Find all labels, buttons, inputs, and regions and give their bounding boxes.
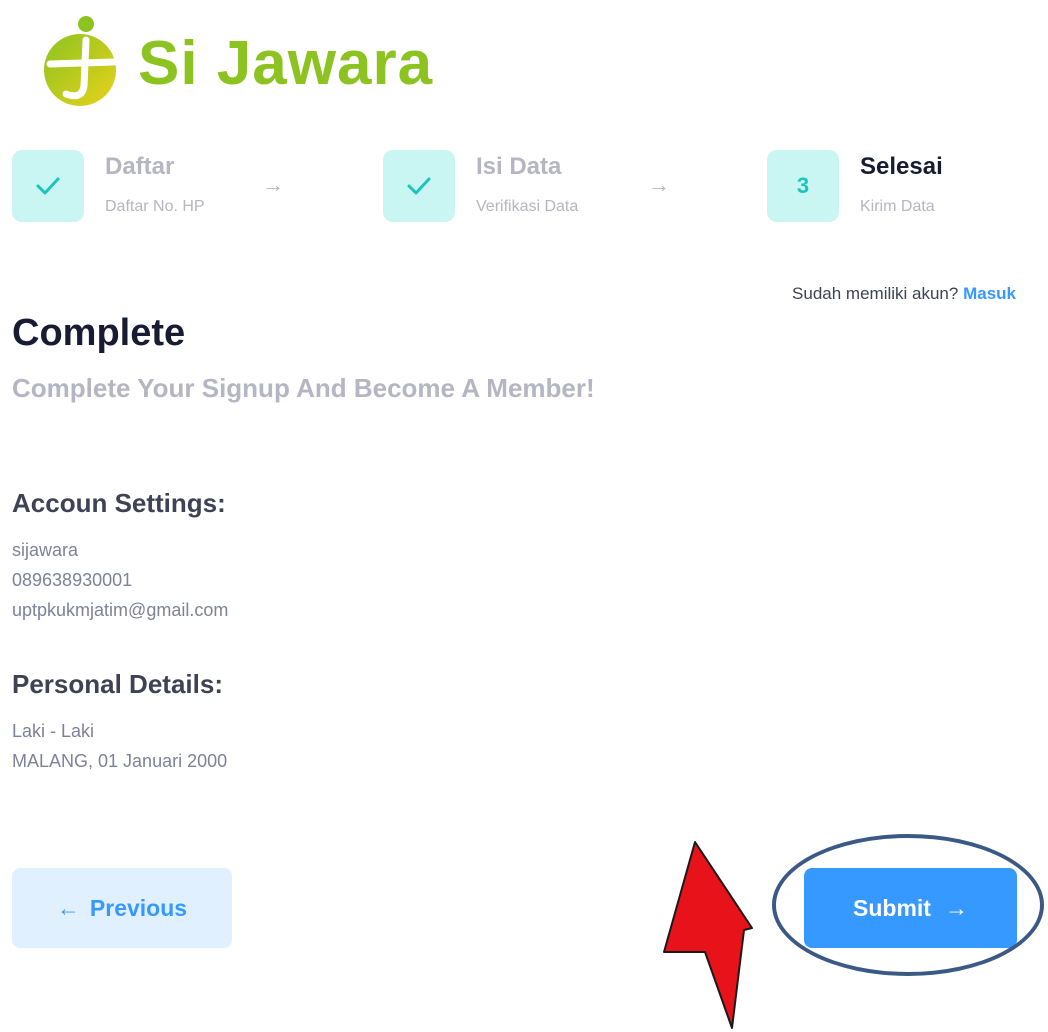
red-pointer-arrow-icon — [663, 841, 753, 1029]
personal-details-values: Laki - Laki MALANG, 01 Januari 2000 — [12, 716, 227, 776]
page-subtitle: Complete Your Signup And Become A Member… — [12, 373, 595, 403]
step-2-title: Isi Data — [476, 153, 562, 180]
logo-icon — [44, 16, 118, 106]
step-2-subtitle: Verifikasi Data — [476, 198, 579, 215]
logo-text: Si Jawara — [138, 29, 434, 98]
username-value: sijawara — [12, 540, 79, 560]
personal-details-title: Personal Details: — [12, 669, 223, 699]
signin-prompt: Sudah memiliki akun? Masuk — [792, 284, 1016, 304]
arrow-right-icon: → — [648, 172, 670, 197]
signin-link[interactable]: Masuk — [963, 284, 1016, 303]
account-settings-title: Accoun Settings: — [12, 488, 226, 518]
phone-value: 089638930001 — [12, 570, 133, 590]
step-1-subtitle: Daftar No. HP — [105, 198, 205, 215]
step-3-number: 3 — [796, 173, 810, 198]
signin-text: Sudah memiliki akun? — [792, 284, 959, 303]
previous-button[interactable]: ← Previous — [12, 868, 232, 948]
gender-value: Laki - Laki — [12, 721, 95, 741]
birth-value: MALANG, 01 Januari 2000 — [12, 751, 228, 771]
step-3-subtitle: Kirim Data — [860, 198, 935, 215]
email-value: uptpkukmjatim@gmail.com — [12, 600, 229, 620]
check-icon — [407, 177, 431, 195]
check-icon — [36, 177, 60, 195]
page-title: Complete — [12, 312, 186, 354]
previous-label: Previous — [89, 894, 188, 921]
step-3-number-box: 3 — [767, 150, 839, 222]
arrow-right-icon: → — [262, 172, 284, 197]
step-1-check-box — [12, 150, 84, 222]
highlight-ellipse — [772, 834, 1044, 976]
step-2-check-box — [383, 150, 455, 222]
arrow-left-icon: ← — [56, 894, 80, 921]
account-settings-values: sijawara 089638930001 uptpkukmjatim@gmai… — [12, 535, 228, 625]
step-3-title: Selesai — [860, 153, 943, 180]
step-1-title: Daftar — [105, 153, 175, 180]
